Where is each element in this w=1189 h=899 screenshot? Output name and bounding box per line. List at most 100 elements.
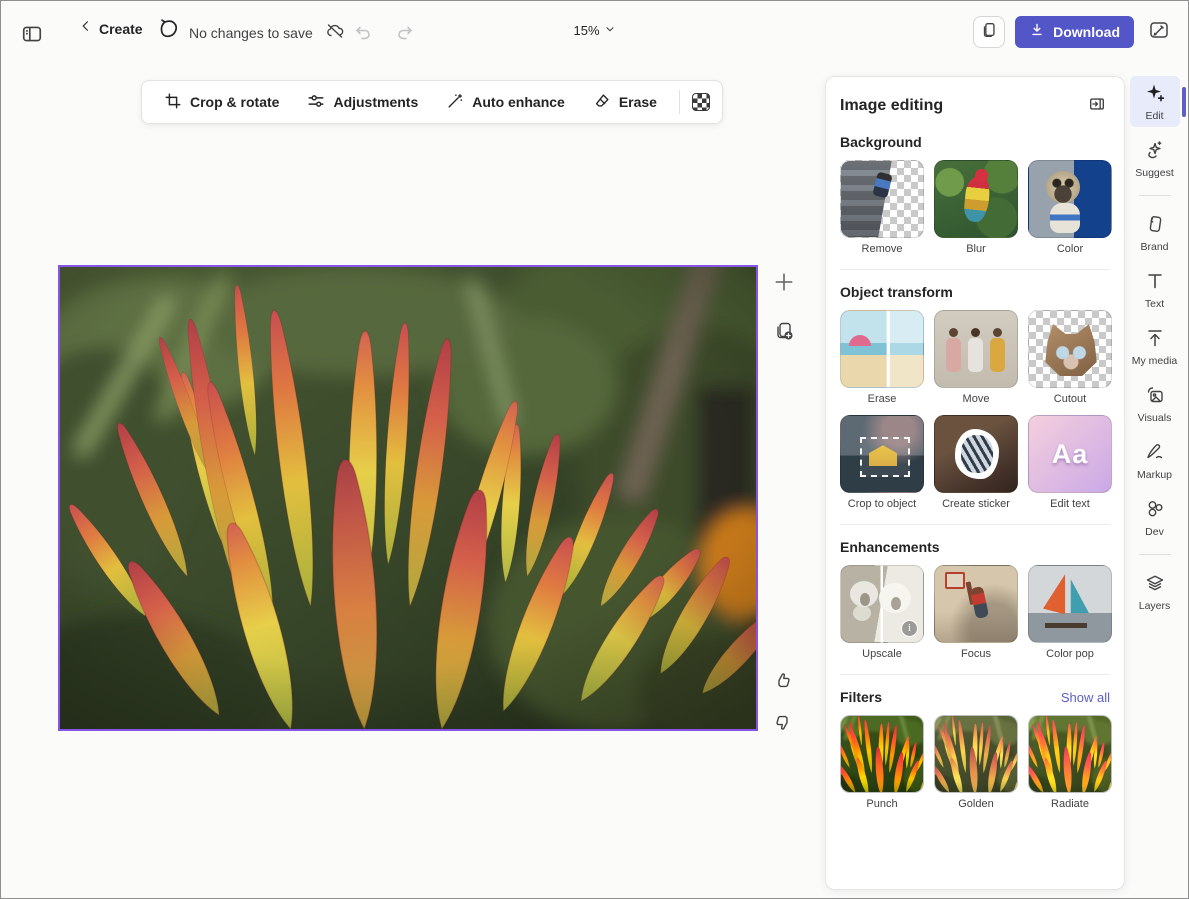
rail-item-suggest[interactable]: Suggest [1130,133,1180,184]
succulent-photo [60,267,756,729]
zoom-control[interactable]: 15% [567,19,621,42]
card-background-color[interactable]: Color [1028,160,1112,255]
redo-icon [395,23,415,46]
autosave-status-text: No changes to save [189,25,313,41]
card-create-sticker[interactable]: Create sticker [934,415,1018,510]
canvas-feedback [769,667,797,739]
card-background-remove[interactable]: Remove [840,160,924,255]
section-divider [840,524,1110,525]
download-button[interactable]: Download [1015,16,1134,48]
image-editing-panel: Image editing Background Remove Blur Col… [825,76,1125,890]
crop-rotate-label: Crop & rotate [190,94,279,110]
designer-app-window: Create No changes to save [0,0,1189,899]
layers-icon [1144,572,1166,597]
edit-text-sample: Aa [1052,439,1089,470]
rail-item-markup[interactable]: Markup [1130,435,1180,486]
zoom-value: 15% [573,23,599,38]
rail-item-my-media[interactable]: My media [1130,321,1180,372]
redo-button[interactable] [391,19,419,50]
object-erase-thumbnail [840,310,924,388]
canvas-side-tools [769,267,799,349]
chevron-left-icon [79,19,93,38]
card-object-move[interactable]: Move [934,310,1018,405]
card-crop-to-object[interactable]: Crop to object [840,415,924,510]
filters-grid: Punch Golden Radiate [840,715,1110,810]
canvas-image[interactable] [58,265,758,731]
transparency-checkerboard-button[interactable] [692,93,710,111]
edit-toolbar: Crop & rotate Adjustments Auto enhance E… [141,80,723,124]
card-upscale[interactable]: Upscale [840,565,924,660]
copy-icon [980,21,998,42]
undo-icon [353,23,373,46]
add-element-button[interactable] [769,267,799,300]
collapse-panel-icon [1088,95,1106,116]
duplicate-page-button[interactable] [973,16,1005,48]
object-move-thumbnail [934,310,1018,388]
duplicate-canvas-button[interactable] [769,316,799,349]
rail-divider [1139,554,1171,555]
download-icon [1029,22,1045,41]
object-transform-grid: Erase Move Cutout Crop to object Create … [840,310,1110,510]
text-icon [1144,270,1166,295]
toolbar-divider [679,90,680,114]
crop-rotate-button[interactable]: Crop & rotate [150,84,293,121]
right-rail: Edit Suggest Brand Text My media [1126,76,1188,617]
card-object-erase[interactable]: Erase [840,310,924,405]
rail-item-text[interactable]: Text [1130,264,1180,315]
rail-item-brand[interactable]: Brand [1130,207,1180,258]
visuals-icon [1144,384,1166,409]
object-cutout-thumbnail [1028,310,1112,388]
workspace-tools-button[interactable] [1144,15,1174,48]
dev-icon [1144,498,1166,523]
remove-background-thumbnail [840,160,924,238]
rail-item-edit[interactable]: Edit [1130,76,1180,127]
sidebar-toggle-button[interactable] [17,19,47,52]
pen-icon [1144,441,1166,466]
card-edit-text[interactable]: Aa Edit text [1028,415,1112,510]
magic-wand-icon [446,92,464,113]
section-divider [840,269,1110,270]
card-object-cutout[interactable]: Cutout [1028,310,1112,405]
designer-logo-icon [157,18,181,47]
back-to-create[interactable]: Create [79,19,143,38]
thumbs-up-button[interactable] [769,667,797,698]
rail-item-layers[interactable]: Layers [1130,566,1180,617]
color-background-thumbnail [1028,160,1112,238]
crop-icon [164,92,182,113]
eraser-icon [593,92,611,113]
section-title-filters: Filters [840,689,882,705]
edit-sparkle-icon [1144,82,1166,107]
card-background-blur[interactable]: Blur [934,160,1018,255]
section-title-background: Background [840,134,1110,150]
background-grid: Remove Blur Color [840,160,1110,255]
auto-enhance-label: Auto enhance [472,94,565,110]
erase-button[interactable]: Erase [579,84,671,121]
card-filter-golden[interactable]: Golden [934,715,1018,810]
thumbs-down-button[interactable] [769,708,797,739]
crop-to-object-thumbnail [840,415,924,493]
rail-item-visuals[interactable]: Visuals [1130,378,1180,429]
card-filter-punch[interactable]: Punch [840,715,924,810]
card-color-pop[interactable]: Color pop [1028,565,1112,660]
show-all-filters-link[interactable]: Show all [1061,690,1110,705]
rail-divider [1139,195,1171,196]
adjustments-button[interactable]: Adjustments [293,84,432,121]
filter-radiate-thumbnail [1028,715,1112,793]
plus-icon [773,271,795,296]
panel-title: Image editing [840,97,943,115]
back-label: Create [99,21,143,37]
autosave-off-button[interactable] [321,17,349,48]
edit-text-thumbnail: Aa [1028,415,1112,493]
collapse-panel-button[interactable] [1084,91,1110,120]
card-filter-radiate[interactable]: Radiate [1028,715,1112,810]
section-divider [840,674,1110,675]
rail-item-dev[interactable]: Dev [1130,492,1180,543]
sidebar-toggle-icon [21,23,43,48]
tools-icon [1148,19,1170,44]
filter-punch-thumbnail [840,715,924,793]
info-icon[interactable] [901,620,918,637]
filter-golden-thumbnail [934,715,1018,793]
card-focus[interactable]: Focus [934,565,1018,660]
auto-enhance-button[interactable]: Auto enhance [432,84,579,121]
undo-button[interactable] [349,19,377,50]
